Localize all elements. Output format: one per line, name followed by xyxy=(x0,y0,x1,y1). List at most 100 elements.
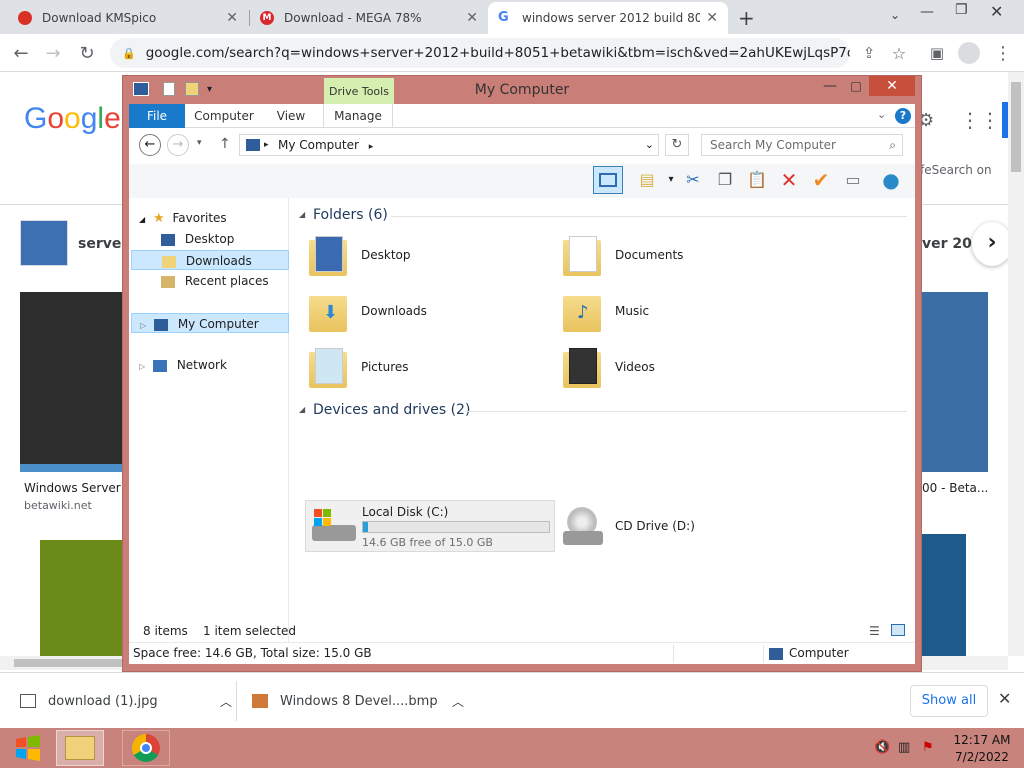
rename-icon[interactable]: ▭ xyxy=(841,168,865,192)
volume-muted-icon[interactable]: 🔇 xyxy=(874,740,890,755)
image-result-caption[interactable]: Windows Server 2 xyxy=(24,481,132,495)
close-tab-icon[interactable]: ✕ xyxy=(706,10,718,26)
minimize-browser-icon[interactable]: — xyxy=(920,4,934,20)
nav-downloads[interactable]: Downloads xyxy=(131,250,289,270)
nav-network[interactable]: ▷ Network xyxy=(129,355,287,375)
close-tab-icon[interactable]: ✕ xyxy=(466,10,478,26)
folder-documents[interactable]: Documents xyxy=(563,228,803,282)
profile-avatar[interactable] xyxy=(958,42,980,64)
drive-cd-d[interactable]: CD Drive (D:) xyxy=(563,500,803,552)
drive-local-disk-c[interactable]: Local Disk (C:) 14.6 GB free of 15.0 GB xyxy=(305,500,555,552)
up-arrow-icon[interactable]: ↑ xyxy=(219,136,231,152)
address-path-field[interactable]: ▸ My Computer ▸ ⌄ xyxy=(239,134,659,156)
nav-my-computer[interactable]: ▷ My Computer xyxy=(131,313,289,333)
refresh-icon[interactable]: ↻ xyxy=(665,134,689,156)
expand-arrow-icon[interactable]: ▷ xyxy=(140,321,146,330)
google-logo[interactable]: Google xyxy=(24,102,121,136)
image-result-thumbnail[interactable] xyxy=(20,292,124,472)
ribbon-tab-manage[interactable]: Manage xyxy=(323,104,393,128)
back-arrow-icon[interactable]: ← xyxy=(8,40,34,66)
image-result-caption-right[interactable]: 00 - Beta... xyxy=(922,481,988,495)
folder-music[interactable]: ♪ Music xyxy=(563,284,803,338)
address-bar[interactable]: 🔒 google.com/search?q=windows+server+201… xyxy=(110,38,850,68)
safesearch-label[interactable]: feSearch on xyxy=(920,163,992,177)
details-view-icon[interactable]: ☰ xyxy=(869,624,880,638)
action-center-icon[interactable]: ⚑ xyxy=(922,740,934,755)
tab-google-search[interactable]: G windows server 2012 build 8051 ✕ xyxy=(488,2,728,34)
large-icons-view-icon[interactable] xyxy=(891,624,905,636)
forward-arrow-icon[interactable]: → xyxy=(167,134,189,156)
tab-kmspico[interactable]: Download KMSpico ✕ xyxy=(8,2,248,34)
download-options-chevron-icon[interactable]: ︿ xyxy=(452,693,464,710)
side-panel-icon[interactable]: ▣ xyxy=(924,40,950,66)
folder-pictures[interactable]: Pictures xyxy=(309,340,549,394)
forward-arrow-icon[interactable]: → xyxy=(40,40,66,66)
related-chip-thumbnail[interactable] xyxy=(20,220,68,266)
image-result-source[interactable]: betawiki.net xyxy=(24,499,92,512)
close-shelf-icon[interactable]: ✕ xyxy=(998,689,1011,708)
preview-pane-icon[interactable] xyxy=(593,166,623,194)
folder-options-dropdown-icon[interactable]: ▾ xyxy=(659,168,683,192)
close-tab-icon[interactable]: ✕ xyxy=(226,10,238,26)
ribbon-tab-view[interactable]: View xyxy=(263,104,319,128)
image-result-thumbnail-3[interactable] xyxy=(922,534,966,656)
image-result-thumbnail-right[interactable] xyxy=(922,292,988,472)
ribbon-tab-file[interactable]: File xyxy=(129,104,185,128)
folder-videos[interactable]: Videos xyxy=(563,340,803,394)
download-item[interactable]: download (1).jpg ︿ xyxy=(20,673,232,729)
clock-date[interactable]: 7/2/2022 xyxy=(950,750,1014,764)
nav-desktop[interactable]: Desktop xyxy=(129,229,287,249)
scrollbar-thumb[interactable] xyxy=(1011,82,1021,172)
reload-icon[interactable]: ↻ xyxy=(74,40,100,66)
browser-menu-icon[interactable]: ⋮ xyxy=(990,40,1016,66)
chips-next-arrow-icon[interactable]: › xyxy=(972,222,1008,266)
tab-mega[interactable]: M Download - MEGA 78% ✕ xyxy=(250,2,488,34)
tab-search-chevron-icon[interactable]: ⌄ xyxy=(890,8,900,22)
clock-time[interactable]: 12:17 AM xyxy=(950,733,1014,747)
expand-ribbon-icon[interactable]: ⌄ xyxy=(877,108,886,121)
nav-favorites[interactable]: ◢ ★ Favorites xyxy=(129,208,287,228)
related-chip-label[interactable]: server xyxy=(78,236,128,252)
collapse-arrow-icon[interactable]: ◢ xyxy=(139,215,145,224)
download-options-chevron-icon[interactable]: ︿ xyxy=(220,693,232,710)
drives-group-header[interactable]: Devices and drives (2) xyxy=(313,402,470,418)
page-vertical-scrollbar[interactable] xyxy=(1008,72,1024,656)
ribbon-tab-computer[interactable]: Computer xyxy=(189,104,259,128)
apply-checkmark-icon[interactable]: ✔ xyxy=(809,168,833,192)
folder-desktop[interactable]: Desktop xyxy=(309,228,549,282)
path-separator-icon[interactable]: ▸ xyxy=(264,135,269,155)
network-globe-icon[interactable]: ● xyxy=(879,168,903,192)
show-all-button[interactable]: Show all xyxy=(910,685,988,717)
search-input[interactable]: Search My Computer ⌕ xyxy=(701,134,903,156)
path-segment[interactable]: My Computer xyxy=(278,138,359,152)
folders-group-header[interactable]: Folders (6) xyxy=(313,207,388,223)
taskbar-chrome[interactable] xyxy=(122,730,170,766)
recent-locations-chevron-icon[interactable]: ▾ xyxy=(197,138,202,148)
help-icon[interactable]: ? xyxy=(895,108,911,124)
network-status-icon[interactable]: ▥ xyxy=(898,740,910,755)
start-button[interactable] xyxy=(4,730,52,766)
maximize-window-icon[interactable]: □ xyxy=(841,76,871,96)
back-arrow-icon[interactable]: ← xyxy=(139,134,161,156)
copy-icon[interactable]: ❐ xyxy=(713,168,737,192)
bookmark-star-icon[interactable]: ☆ xyxy=(886,40,912,66)
collapse-group-icon[interactable]: ◢ xyxy=(299,210,305,219)
apps-grid-icon[interactable]: ⋮⋮ xyxy=(960,108,1000,132)
restore-browser-icon[interactable]: ❐ xyxy=(955,2,968,18)
path-dropdown-icon[interactable]: ⌄ xyxy=(645,135,654,155)
new-tab-icon[interactable]: + xyxy=(738,6,755,30)
delete-icon[interactable]: ✕ xyxy=(777,168,801,192)
nav-recent-places[interactable]: Recent places xyxy=(129,271,287,291)
close-window-icon[interactable]: ✕ xyxy=(869,76,915,96)
close-browser-icon[interactable]: ✕ xyxy=(990,2,1003,21)
folder-downloads[interactable]: ⬇ Downloads xyxy=(309,284,549,338)
share-icon[interactable]: ⇪ xyxy=(856,40,882,66)
path-separator-icon[interactable]: ▸ xyxy=(369,142,374,152)
download-item[interactable]: Windows 8 Devel....bmp ︿ xyxy=(252,673,464,729)
expand-arrow-icon[interactable]: ▷ xyxy=(139,362,145,371)
folder-options-icon[interactable]: ▤ xyxy=(635,168,659,192)
image-result-thumbnail-2[interactable] xyxy=(40,540,124,656)
cut-icon[interactable]: ✂ xyxy=(681,168,705,192)
paste-icon[interactable]: 📋 xyxy=(745,168,769,192)
explorer-titlebar[interactable]: ▾ My Computer — □ ✕ xyxy=(123,76,921,104)
